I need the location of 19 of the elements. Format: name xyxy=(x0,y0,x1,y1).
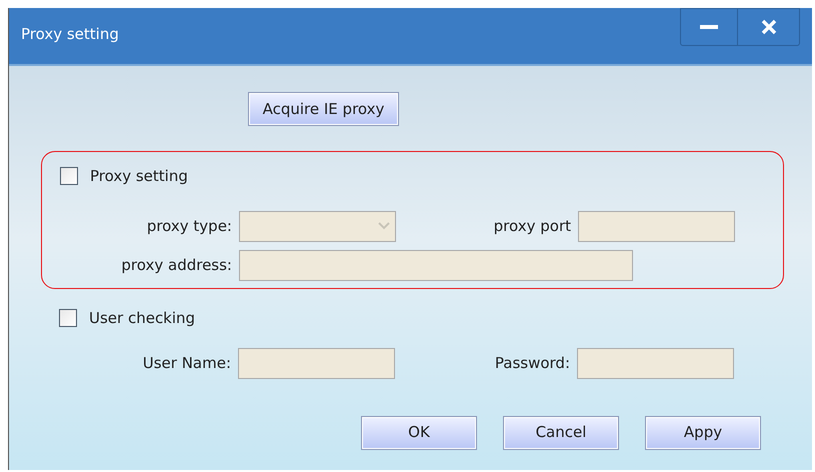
checkbox[interactable] xyxy=(59,309,77,328)
window-title: Proxy setting xyxy=(21,24,119,45)
field-label: User Name: xyxy=(142,352,231,374)
checkbox-label: Proxy setting xyxy=(90,166,188,187)
field-label: proxy address: xyxy=(121,254,232,276)
minimize-icon xyxy=(700,25,718,29)
field-label: proxy port xyxy=(494,216,571,237)
dialog-button[interactable]: Cancel xyxy=(503,416,619,450)
dialog-button[interactable]: Appy xyxy=(645,416,761,450)
close-icon xyxy=(760,19,776,35)
minimize-button[interactable] xyxy=(680,8,738,46)
field-label: Password: xyxy=(494,352,570,374)
field-label: proxy type: xyxy=(146,216,232,237)
acquire-proxy-button[interactable]: Acquire IE proxy xyxy=(248,92,399,126)
dialog-button[interactable]: OK xyxy=(361,416,477,450)
close-button[interactable] xyxy=(738,8,800,46)
checkbox-label: User checking xyxy=(89,308,196,329)
chevron-down-icon xyxy=(377,221,391,231)
checkbox[interactable] xyxy=(60,167,78,186)
